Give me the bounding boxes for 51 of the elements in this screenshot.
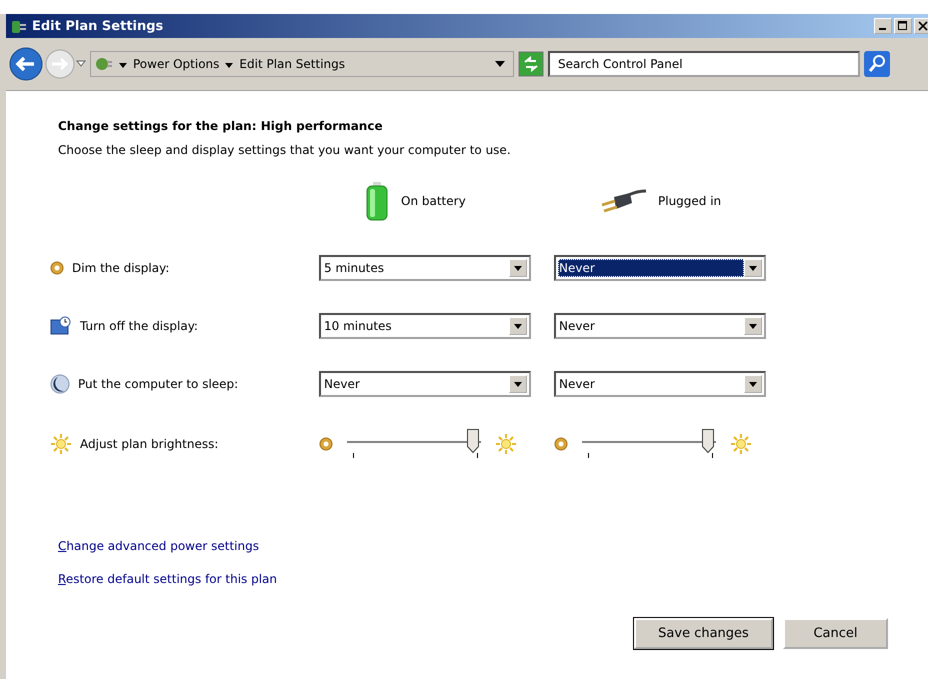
refresh-button[interactable] (518, 51, 544, 77)
brightness-slider[interactable] (347, 429, 481, 459)
description-text: Choose the sleep and display settings that you want your computer to use. (58, 143, 512, 157)
slider-thumb[interactable] (467, 429, 480, 453)
dropdown[interactable]: Never (554, 313, 766, 339)
search-field[interactable]: Search Control Panel (548, 51, 860, 77)
minimize-button[interactable] (874, 18, 892, 34)
window-title: Edit Plan Settings (32, 18, 164, 34)
column-heading: On battery (401, 194, 466, 208)
setting-label: Dim the display: (72, 261, 170, 275)
maximize-button[interactable] (894, 18, 912, 34)
battery-icon (365, 181, 389, 221)
dropdown[interactable]: Never (554, 371, 766, 397)
address-dropdown-icon[interactable] (495, 61, 505, 67)
close-button[interactable] (914, 18, 928, 34)
low-brightness-icon (319, 437, 333, 451)
slider-thumb[interactable] (702, 429, 714, 453)
dropdown-value: Never (558, 376, 596, 393)
high-brightness-icon (730, 433, 752, 455)
setting-label: Turn off the display: (80, 319, 198, 333)
link[interactable]: Change advanced power settings (58, 539, 259, 553)
dropdown-value: Never (558, 259, 744, 277)
save-button[interactable]: Save changes (634, 618, 773, 649)
dropdown[interactable]: Never (319, 371, 531, 397)
setting-label: Adjust plan brightness: (80, 437, 218, 451)
dropdown-value: 5 minutes (323, 260, 386, 277)
dropdown-value: Never (558, 318, 596, 335)
power-plug-icon (600, 187, 646, 215)
back-button[interactable] (8, 46, 44, 82)
search-icon[interactable] (864, 51, 890, 77)
high-brightness-icon (495, 433, 517, 455)
dropdown-value: 10 minutes (323, 318, 393, 335)
section-heading: Change settings for the plan: High performance (58, 119, 384, 133)
dropdown-value: Never (323, 376, 361, 393)
column-heading: Plugged in (658, 194, 722, 208)
breadcrumb[interactable]: Edit Plan Settings (239, 57, 346, 71)
moon-icon (50, 374, 70, 394)
dropdown[interactable]: 10 minutes (319, 313, 531, 339)
link[interactable]: Restore default settings for this plan (58, 572, 278, 586)
breadcrumb[interactable]: Power Options (133, 57, 220, 71)
dim-icon (50, 261, 64, 275)
address-bar[interactable]: Power Options Edit Plan Settings (90, 51, 514, 77)
dropdown[interactable]: Never (554, 255, 766, 281)
monitor-clock-icon (50, 316, 72, 336)
cancel-button[interactable]: Cancel (783, 618, 888, 649)
brightness-slider[interactable] (582, 429, 716, 459)
low-brightness-icon (554, 437, 568, 451)
dropdown[interactable]: 5 minutes (319, 255, 531, 281)
sun-icon (50, 433, 72, 455)
history-dropdown-icon[interactable] (76, 60, 86, 68)
setting-label: Put the computer to sleep: (78, 377, 238, 391)
